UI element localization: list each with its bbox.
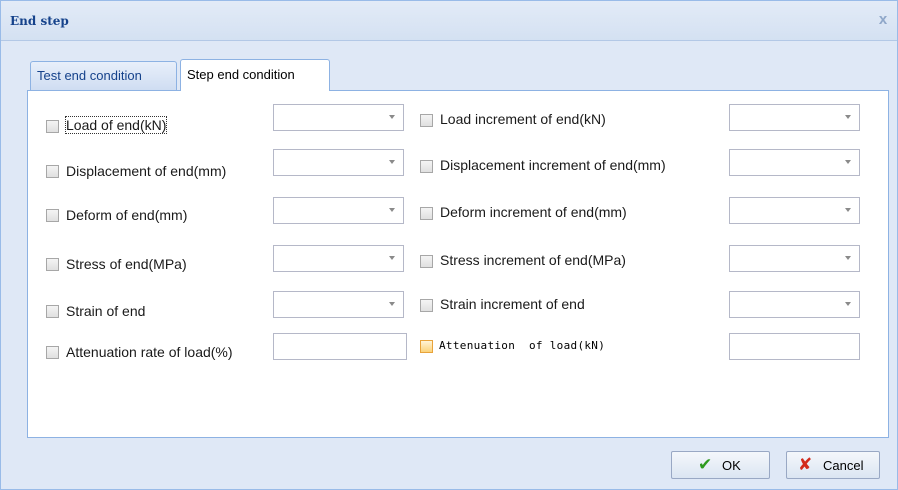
- deform-of-end-label: Deform of end(mm): [66, 207, 188, 223]
- stress-of-end-label: Stress of end(MPa): [66, 256, 187, 272]
- chevron-down-icon: [389, 160, 395, 164]
- end-step-dialog: End step x Test end condition Step end c…: [0, 0, 898, 490]
- load-increment-of-end-checkbox[interactable]: [420, 114, 433, 127]
- load-of-end-label: Load of end(kN): [64, 116, 168, 134]
- strain-of-end-label: Strain of end: [66, 303, 146, 319]
- stress-of-end-checkbox[interactable]: [46, 258, 59, 271]
- attenuation-of-load-checkbox[interactable]: [420, 340, 433, 353]
- displacement-of-end-select[interactable]: [273, 149, 404, 176]
- cancel-button[interactable]: ✘ Cancel: [786, 451, 880, 479]
- attenuation-rate-of-load-label: Attenuation rate of load(%): [66, 344, 233, 360]
- ok-button[interactable]: ✔ OK: [671, 451, 770, 479]
- chevron-down-icon: [389, 115, 395, 119]
- close-icon[interactable]: x: [875, 11, 891, 29]
- load-of-end-checkbox[interactable]: [46, 120, 59, 133]
- strain-of-end-checkbox[interactable]: [46, 305, 59, 318]
- chevron-down-icon: [845, 208, 851, 212]
- attenuation-of-load-label: Attenuation of load(kN): [439, 339, 606, 352]
- attenuation-rate-of-load-checkbox[interactable]: [46, 346, 59, 359]
- strain-increment-of-end-label: Strain increment of end: [440, 296, 585, 312]
- strain-increment-of-end-checkbox[interactable]: [420, 299, 433, 312]
- check-icon: ✔: [698, 455, 713, 474]
- chevron-down-icon: [389, 302, 395, 306]
- displacement-of-end-label: Displacement of end(mm): [66, 163, 227, 179]
- deform-increment-of-end-label: Deform increment of end(mm): [440, 204, 627, 220]
- strain-increment-of-end-select[interactable]: [729, 291, 860, 318]
- stress-increment-of-end-label: Stress increment of end(MPa): [440, 252, 626, 268]
- deform-increment-of-end-select[interactable]: [729, 197, 860, 224]
- dialog-title: End step: [10, 14, 69, 28]
- chevron-down-icon: [389, 256, 395, 260]
- chevron-down-icon: [845, 160, 851, 164]
- deform-increment-of-end-checkbox[interactable]: [420, 207, 433, 220]
- chevron-down-icon: [389, 208, 395, 212]
- stress-increment-of-end-checkbox[interactable]: [420, 255, 433, 268]
- load-increment-of-end-select[interactable]: [729, 104, 860, 131]
- chevron-down-icon: [845, 115, 851, 119]
- displacement-increment-of-end-select[interactable]: [729, 149, 860, 176]
- chevron-down-icon: [845, 302, 851, 306]
- displacement-increment-of-end-label: Displacement increment of end(mm): [440, 157, 666, 173]
- strain-of-end-select[interactable]: [273, 291, 404, 318]
- attenuation-rate-of-load-input[interactable]: [273, 333, 407, 360]
- tab-step-end-condition[interactable]: Step end condition: [180, 59, 330, 91]
- title-bar[interactable]: End step x: [1, 1, 897, 41]
- cross-icon: ✘: [798, 455, 813, 474]
- ok-button-label: OK: [722, 458, 741, 473]
- tab-test-end-condition[interactable]: Test end condition: [30, 61, 177, 90]
- load-increment-of-end-label: Load increment of end(kN): [440, 111, 606, 127]
- stress-increment-of-end-select[interactable]: [729, 245, 860, 272]
- attenuation-of-load-input[interactable]: [729, 333, 860, 360]
- load-of-end-select[interactable]: [273, 104, 404, 131]
- displacement-of-end-checkbox[interactable]: [46, 165, 59, 178]
- cancel-button-label: Cancel: [823, 458, 864, 473]
- displacement-increment-of-end-checkbox[interactable]: [420, 160, 433, 173]
- deform-of-end-checkbox[interactable]: [46, 209, 59, 222]
- chevron-down-icon: [845, 256, 851, 260]
- stress-of-end-select[interactable]: [273, 245, 404, 272]
- deform-of-end-select[interactable]: [273, 197, 404, 224]
